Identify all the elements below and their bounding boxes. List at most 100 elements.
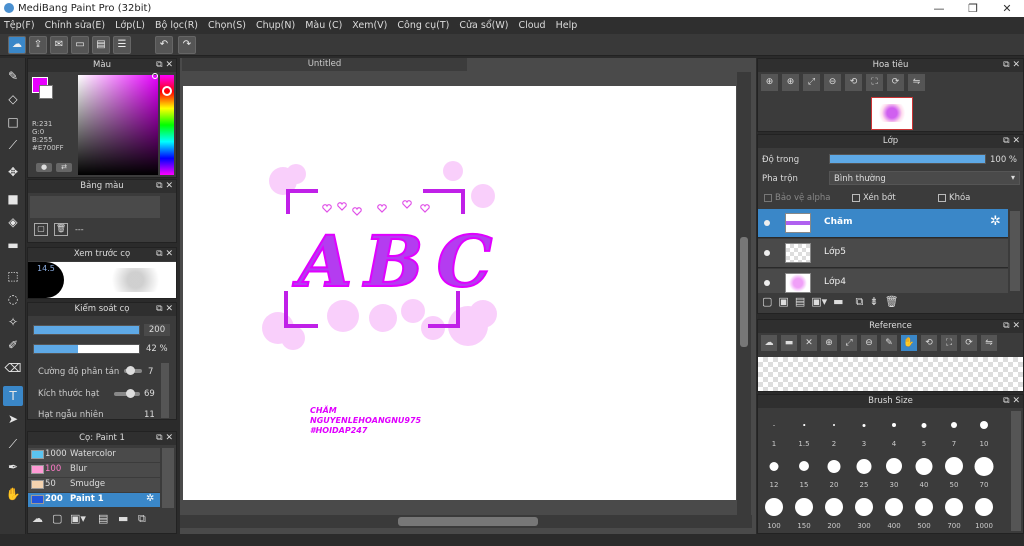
zoom-in-icon[interactable]: ⊕ <box>821 335 837 351</box>
eyedropper-tool-icon[interactable]: ⟋ <box>3 434 23 454</box>
flip-icon[interactable]: ⇋ <box>981 335 997 351</box>
brush-copy-icon[interactable]: ⧉ <box>138 512 146 526</box>
brush-size-option[interactable]: 1.5 <box>790 409 818 449</box>
brush-cloud-icon[interactable]: ☁ <box>32 512 43 525</box>
secondary-color-swatch[interactable] <box>39 85 53 99</box>
open-folder-icon[interactable]: ▬ <box>781 335 797 351</box>
rotate-icon[interactable]: ⟲ <box>845 74 862 91</box>
panel-close-icon[interactable]: ⧉ ✕ <box>1003 135 1020 148</box>
brush-settings-gear-icon[interactable]: ✲ <box>146 493 154 504</box>
duplicate-layer-icon[interactable]: ⧉ <box>856 295 864 309</box>
brush-item[interactable]: 50 Smudge <box>28 478 160 492</box>
add-color-icon[interactable]: ● <box>36 163 52 172</box>
layer-item[interactable]: Lớp4 <box>758 269 1008 293</box>
layer-scrollbar[interactable] <box>1010 211 1020 291</box>
zoom-out-icon[interactable]: ⊖ <box>824 74 841 91</box>
minimize-button[interactable]: — <box>922 0 956 17</box>
brush-size-option[interactable]: 40 <box>910 450 938 490</box>
close-icon[interactable]: ✕ <box>801 335 817 351</box>
reset-rotate-icon[interactable]: ⟳ <box>961 335 977 351</box>
layer-opacity-slider[interactable] <box>829 154 986 164</box>
param-slider[interactable] <box>114 389 140 398</box>
panel-close-icon[interactable]: ⧉ ✕ <box>156 432 173 445</box>
fullscreen-icon[interactable]: ⛶ <box>866 74 883 91</box>
menu-layer[interactable]: Lớp(L) <box>115 20 145 31</box>
fit-icon[interactable]: ⤢ <box>841 335 857 351</box>
brush-size-option[interactable]: 12 <box>760 450 788 490</box>
saturation-picker[interactable] <box>78 75 158 175</box>
zoom-in-icon[interactable]: ⊕ <box>761 74 778 91</box>
panel-close-icon[interactable]: ⧉ ✕ <box>156 303 173 316</box>
brush-tool-icon[interactable]: ✎ <box>3 66 23 86</box>
menu-edit[interactable]: Chỉnh sửa(E) <box>45 20 106 31</box>
brush-size-option[interactable]: 15 <box>790 450 818 490</box>
menu-file[interactable]: Tệp(F) <box>4 20 35 31</box>
panel-close-icon[interactable]: ⧉ ✕ <box>1003 320 1020 333</box>
brush-size-option[interactable]: 3 <box>850 409 878 449</box>
menu-tools[interactable]: Công cụ(T) <box>397 20 449 31</box>
brush-size-option[interactable]: 1 <box>760 409 788 449</box>
bucket-tool-icon[interactable]: ◈ <box>3 212 23 232</box>
brush-folder-icon[interactable]: ▬ <box>118 512 128 525</box>
brush-size-option[interactable]: 7 <box>940 409 968 449</box>
list-icon[interactable]: ☰ <box>113 36 131 54</box>
brush-size-option[interactable]: 50 <box>940 450 968 490</box>
brush-size-option[interactable]: 150 <box>790 491 818 531</box>
fit-icon[interactable]: ⤢ <box>803 74 820 91</box>
clipping-checkbox[interactable]: Xén bớt <box>852 193 896 203</box>
brush-item-selected[interactable]: 200 Paint 1 ✲ <box>28 493 160 507</box>
add-layer-dropdown-icon[interactable]: ▣▾ <box>811 295 827 309</box>
delete-palette-icon[interactable]: 🗑 <box>54 223 68 236</box>
chat-icon[interactable]: ✉ <box>50 36 68 54</box>
brush-size-option[interactable]: 30 <box>880 450 908 490</box>
menu-select[interactable]: Chọn(S) <box>208 20 246 31</box>
operation-tool-icon[interactable]: ➤ <box>3 409 23 429</box>
pen-tool-icon[interactable]: ✒ <box>3 457 23 477</box>
hue-handle[interactable] <box>162 86 172 96</box>
protect-alpha-checkbox[interactable]: Bảo vệ alpha <box>764 193 830 203</box>
move-tool-icon[interactable]: ✥ <box>3 162 23 182</box>
brush-size-scrollbar[interactable] <box>1011 411 1021 531</box>
eyedropper-icon[interactable]: ✎ <box>881 335 897 351</box>
brush-size-slider[interactable] <box>33 325 140 335</box>
new-brush-icon[interactable]: ▢ <box>52 512 62 525</box>
line-tool-icon[interactable]: ⟋ <box>3 135 23 155</box>
lock-checkbox[interactable]: Khóa <box>938 193 970 203</box>
visibility-icon[interactable] <box>764 280 770 286</box>
canvas-tab[interactable]: Untitled <box>182 58 467 71</box>
param-handle[interactable] <box>126 389 135 398</box>
menu-snap[interactable]: Chụp(N) <box>256 20 295 31</box>
brush-size-option[interactable]: 10 <box>970 409 998 449</box>
select-tool-icon[interactable]: ⬚ <box>3 266 23 286</box>
delete-layer-icon[interactable]: 🗑 <box>885 295 899 309</box>
panel-close-icon[interactable]: ⧉ ✕ <box>156 59 173 72</box>
brush-opacity-slider[interactable] <box>33 344 140 354</box>
merge-layer-icon[interactable]: ⇟ <box>869 295 878 309</box>
brush-size-value[interactable]: 200 <box>144 324 170 336</box>
select-pen-tool-icon[interactable]: ✐ <box>3 335 23 355</box>
panel-close-icon[interactable]: ⧉ ✕ <box>1003 59 1020 72</box>
gradient-tool-icon[interactable]: ▬ <box>3 235 23 255</box>
new-palette-icon[interactable]: ▢ <box>34 223 48 236</box>
menu-window[interactable]: Cửa sổ(W) <box>459 20 508 31</box>
upload-icon[interactable]: ⇪ <box>29 36 47 54</box>
visibility-icon[interactable] <box>764 250 770 256</box>
flip-icon[interactable]: ⇋ <box>908 74 925 91</box>
new-layer-icon[interactable]: ▢ <box>762 295 772 309</box>
brush-size-option[interactable]: 100 <box>760 491 788 531</box>
reset-rotate-icon[interactable]: ⟳ <box>887 74 904 91</box>
zoom-in-icon[interactable]: ⊕ <box>782 74 799 91</box>
undo-icon[interactable]: ↶ <box>155 36 173 54</box>
panel-close-icon[interactable]: ⧉ ✕ <box>156 248 173 261</box>
layer-item-selected[interactable]: Chăm ✲ <box>758 209 1008 238</box>
hand-tool-icon[interactable]: ✋ <box>3 484 23 504</box>
picker-handle[interactable] <box>152 73 158 79</box>
palette-area[interactable] <box>30 196 160 218</box>
layer-settings-gear-icon[interactable]: ✲ <box>990 214 1001 229</box>
brush-size-option[interactable]: 700 <box>940 491 968 531</box>
brush-add-dropdown-icon[interactable]: ▣▾ <box>70 512 86 525</box>
new-halftone-layer-icon[interactable]: ▣ <box>778 295 788 309</box>
close-button[interactable]: ✕ <box>990 0 1024 17</box>
menu-color[interactable]: Màu (C) <box>305 20 342 31</box>
menu-cloud[interactable]: Cloud <box>518 20 545 31</box>
